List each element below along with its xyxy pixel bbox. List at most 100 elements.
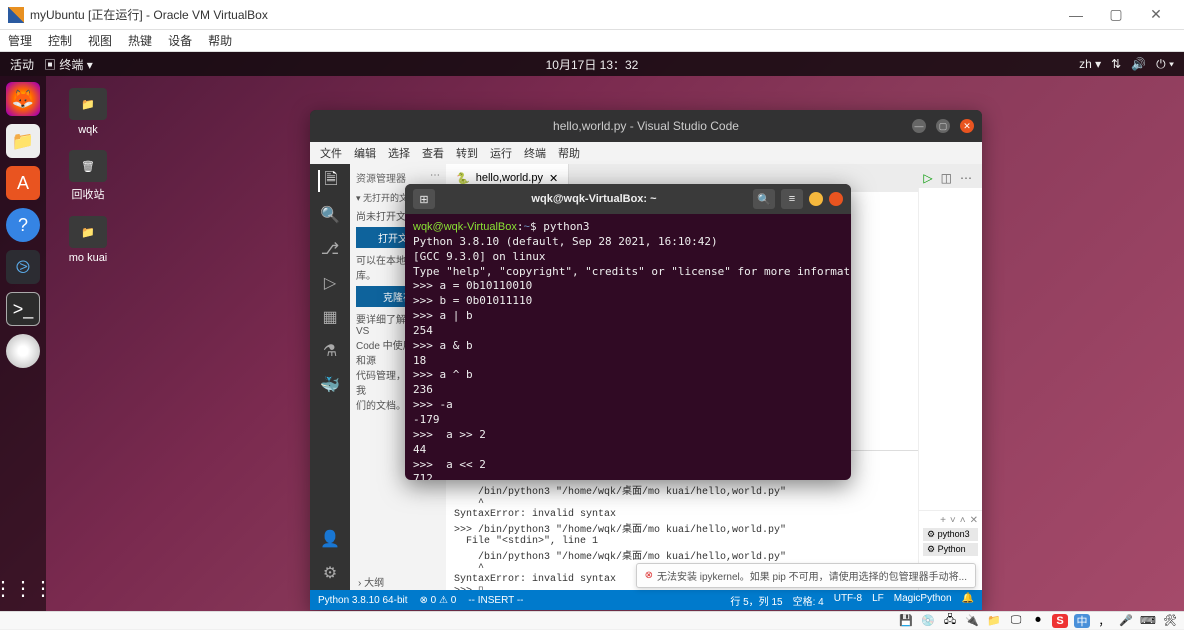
desktop-icons: 📁wqk 🗑回收站 📁mo kuai [58, 88, 118, 264]
network-icon[interactable]: ⇅ [1111, 57, 1121, 71]
vbox-minimize-button[interactable]: — [1056, 3, 1096, 27]
desktop-trash[interactable]: 🗑回收站 [58, 150, 118, 202]
virtualbox-title: myUbuntu [正在运行] - Oracle VM VirtualBox [30, 6, 1056, 23]
vscode-menu-terminal[interactable]: 终端 [524, 145, 546, 161]
desktop-folder-wqk[interactable]: 📁wqk [58, 88, 118, 136]
status-indentation[interactable]: 空格: 4 [793, 593, 824, 608]
jup-expand-icon[interactable]: ˄ [960, 515, 966, 526]
vbox-cd-icon[interactable]: 💿 [920, 614, 936, 628]
activity-settings-icon[interactable]: ⚙ [319, 562, 341, 584]
vbox-menu-manage[interactable]: 管理 [8, 32, 32, 49]
vbox-maximize-button[interactable]: ▢ [1096, 3, 1136, 27]
vbox-menu-view[interactable]: 视图 [88, 32, 112, 49]
vscode-menu-edit[interactable]: 编辑 [354, 145, 376, 161]
input-source-indicator[interactable]: zh ▾ [1079, 57, 1101, 71]
jupyter-kernel-item[interactable]: ⚙ Python [923, 543, 978, 556]
jup-collapse-icon[interactable]: ˅ [950, 515, 956, 526]
vbox-usb-icon[interactable]: 🔌 [964, 614, 980, 628]
vbox-close-button[interactable]: ✕ [1136, 3, 1176, 27]
desktop-folder-mokuai[interactable]: 📁mo kuai [58, 216, 118, 264]
vscode-menu-run[interactable]: 运行 [490, 145, 512, 161]
virtualbox-titlebar: myUbuntu [正在运行] - Oracle VM VirtualBox —… [0, 0, 1184, 30]
vscode-close-button[interactable]: ✕ [960, 119, 974, 133]
ime-mic-icon[interactable]: 🎤 [1118, 614, 1134, 628]
topbar-app-terminal[interactable]: ▣ 终端 ▾ [44, 56, 93, 73]
activities-button[interactable]: 活动 [10, 56, 34, 73]
vscode-menu-view[interactable]: 查看 [422, 145, 444, 161]
more-actions-icon[interactable]: ⋯ [960, 171, 972, 185]
ime-language-icon[interactable]: 中 [1074, 614, 1090, 628]
split-editor-icon[interactable]: ◫ [941, 171, 952, 185]
activity-docker-icon[interactable]: 🐳 [319, 374, 341, 396]
dock-vscode-icon[interactable]: ⧁ [6, 250, 40, 284]
vscode-status-bar: Python 3.8.10 64-bit ⊗ 0 ⚠ 0 -- INSERT -… [310, 590, 982, 610]
status-problems[interactable]: ⊗ 0 ⚠ 0 [420, 595, 457, 606]
activity-flask-icon[interactable]: ⚗ [319, 340, 341, 362]
jup-close-icon[interactable]: ✕ [970, 515, 978, 526]
terminal-minimize-button[interactable] [809, 192, 823, 206]
outline-section-header[interactable]: › 大纲 [350, 572, 392, 590]
vbox-menu-devices[interactable]: 设备 [168, 32, 192, 49]
vbox-shared-icon[interactable]: 📁 [986, 614, 1002, 628]
terminal-menu-button[interactable]: ≡ [781, 189, 803, 209]
jupyter-kernel-item[interactable]: ⚙ python3 [923, 528, 978, 541]
ime-keyboard-icon[interactable]: ⌨ [1140, 614, 1156, 628]
vscode-maximize-button[interactable]: ▢ [936, 119, 950, 133]
volume-icon[interactable]: 🔊 [1131, 57, 1146, 71]
status-notifications-icon[interactable]: 🔔 [962, 593, 974, 608]
dock-show-apps-button[interactable]: ⋮⋮⋮ [6, 571, 40, 605]
activity-account-icon[interactable]: 👤 [319, 528, 341, 550]
ime-sogou-icon[interactable]: S [1052, 614, 1068, 628]
power-icon[interactable]: ⏻ ▾ [1156, 57, 1174, 72]
vscode-minimize-button[interactable]: — [912, 119, 926, 133]
explorer-more-icon[interactable]: ⋯ [430, 170, 440, 185]
activity-search-icon[interactable]: 🔍 [319, 204, 341, 226]
vbox-menu-hotkey[interactable]: 热键 [128, 32, 152, 49]
virtualbox-status-bar: 💾 💿 🖧 🔌 📁 🖵 ⏺ S 中 ， 🎤 ⌨ 🛠 [0, 611, 1184, 629]
vscode-menu-go[interactable]: 转到 [456, 145, 478, 161]
status-language-mode[interactable]: MagicPython [894, 593, 952, 608]
dock-software-icon[interactable]: A [6, 166, 40, 200]
gnome-terminal-titlebar[interactable]: ⊞ wqk@wqk-VirtualBox: ~ 🔍 ≡ [405, 184, 851, 214]
vbox-menu-control[interactable]: 控制 [48, 32, 72, 49]
terminal-new-tab-button[interactable]: ⊞ [413, 189, 435, 209]
explorer-title: 资源管理器 [356, 170, 406, 185]
vscode-menu-file[interactable]: 文件 [320, 145, 342, 161]
gnome-dock: 🦊 📁 A ? ⧁ >_ ⋮⋮⋮ [0, 76, 46, 611]
dock-files-icon[interactable]: 📁 [6, 124, 40, 158]
vbox-display-icon[interactable]: 🖵 [1008, 614, 1024, 628]
vscode-menu-selection[interactable]: 选择 [388, 145, 410, 161]
terminal-close-button[interactable] [829, 192, 843, 206]
terminal-search-button[interactable]: 🔍 [753, 189, 775, 209]
tab-close-icon[interactable]: ✕ [549, 172, 558, 185]
folder-icon: 📁 [69, 88, 107, 120]
ime-punct-icon[interactable]: ， [1096, 614, 1112, 628]
status-encoding[interactable]: UTF-8 [834, 593, 862, 608]
gnome-clock[interactable]: 10月17日 13：32 [546, 56, 639, 73]
activity-explorer-icon[interactable]: 🗎 [318, 170, 340, 192]
vscode-title: hello,world.py - Visual Studio Code [553, 119, 739, 133]
status-cursor-position[interactable]: 行 5，列 15 [730, 593, 782, 608]
dock-cd-icon[interactable] [6, 334, 40, 368]
dock-help-icon[interactable]: ? [6, 208, 40, 242]
dock-terminal-icon[interactable]: >_ [6, 292, 40, 326]
vscode-menu-help[interactable]: 帮助 [558, 145, 580, 161]
vscode-activity-bar: 🗎 🔍 ⎇ ▷ ▦ ⚗ 🐳 👤 ⚙ [310, 164, 350, 590]
vscode-notification-toast[interactable]: ⊗ 无法安装 ipykernel。如果 pip 不可用，请使用选择的包管理器手动… [636, 563, 976, 588]
vbox-hdd-icon[interactable]: 💾 [898, 614, 914, 628]
vscode-menubar: 文件 编辑 选择 查看 转到 运行 终端 帮助 [310, 142, 982, 164]
activity-extensions-icon[interactable]: ▦ [319, 306, 341, 328]
activity-scm-icon[interactable]: ⎇ [319, 238, 341, 260]
status-python-version[interactable]: Python 3.8.10 64-bit [318, 595, 408, 606]
ime-settings-icon[interactable]: 🛠 [1162, 614, 1178, 628]
activity-debug-icon[interactable]: ▷ [319, 272, 341, 294]
terminal-body[interactable]: wqk@wqk-VirtualBox:~$ python3 Python 3.8… [405, 214, 851, 480]
gnome-terminal-window: ⊞ wqk@wqk-VirtualBox: ~ 🔍 ≡ wqk@wqk-Virt… [405, 184, 851, 480]
vbox-menu-help[interactable]: 帮助 [208, 32, 232, 49]
jup-add-icon[interactable]: + [940, 515, 946, 526]
vbox-network-icon[interactable]: 🖧 [942, 614, 958, 628]
run-button-icon[interactable]: ▷ [923, 171, 932, 185]
dock-firefox-icon[interactable]: 🦊 [6, 82, 40, 116]
vbox-record-icon[interactable]: ⏺ [1030, 614, 1046, 628]
status-eol[interactable]: LF [872, 593, 884, 608]
